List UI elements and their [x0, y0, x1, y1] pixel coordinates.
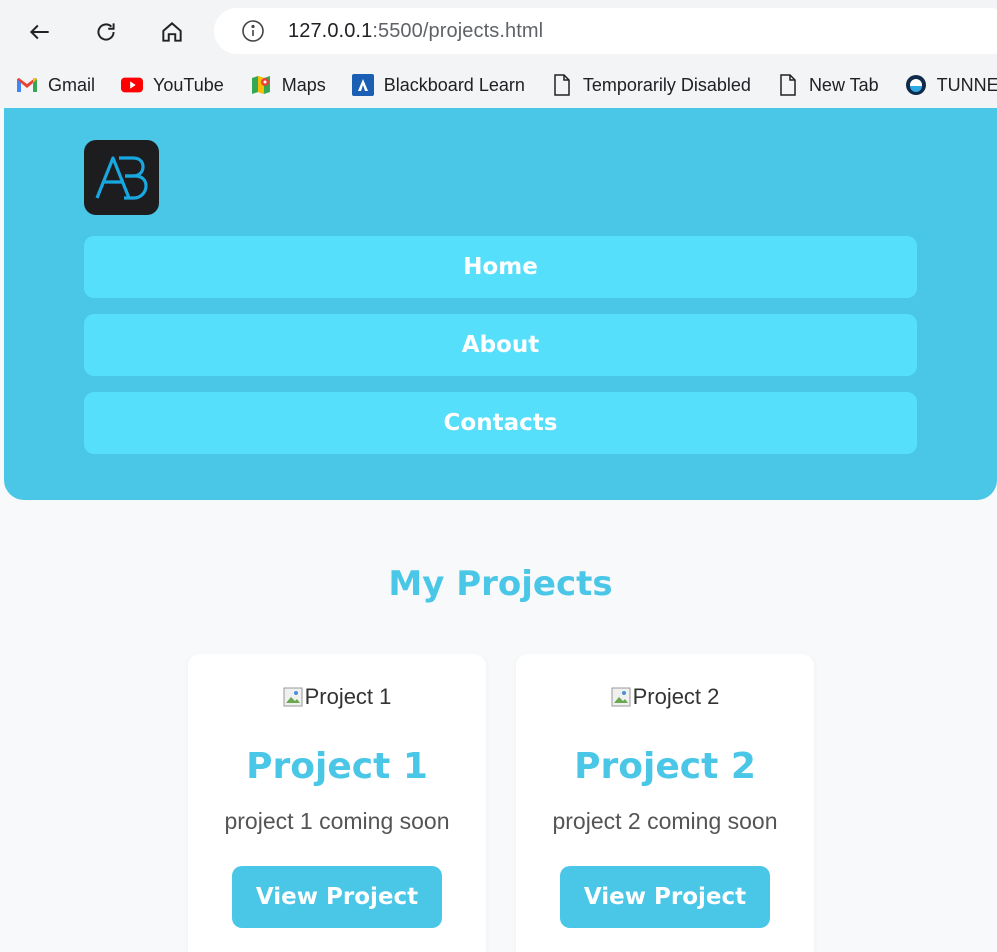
url-host: 127.0.0.1	[288, 19, 373, 42]
project-description: project 2 coming soon	[552, 808, 778, 834]
bookmark-youtube[interactable]: YouTube	[121, 74, 224, 96]
blackboard-icon	[351, 74, 374, 96]
reload-button[interactable]	[86, 12, 126, 52]
bookmark-label: YouTube	[153, 74, 224, 95]
project-description: project 1 coming soon	[224, 808, 450, 834]
bookmark-blackboard[interactable]: Blackboard Learn	[351, 74, 525, 96]
back-button[interactable]	[20, 12, 60, 52]
ab-logo-icon	[95, 155, 148, 200]
image-alt-text: Project 2	[632, 684, 720, 709]
home-button[interactable]	[152, 12, 192, 52]
bookmark-new-tab[interactable]: New Tab	[777, 74, 879, 96]
gmail-icon	[16, 74, 38, 96]
nav-home[interactable]: Home	[84, 236, 917, 298]
broken-image-icon	[283, 687, 303, 707]
view-project-button[interactable]: View Project	[232, 866, 442, 928]
youtube-icon	[121, 74, 144, 96]
url-text: 127.0.0.1:5500/projects.html	[288, 20, 543, 43]
bookmarks-bar: Gmail YouTube Maps Blackboard Learn Temp…	[0, 62, 997, 108]
bookmark-label: New Tab	[808, 74, 879, 95]
bookmark-label: TUNNEL	[936, 74, 997, 95]
site-header: Home About Contacts	[4, 108, 997, 500]
reload-icon	[97, 23, 115, 41]
bookmark-label: Temporarily Disabled	[582, 74, 751, 95]
page-content: Home About Contacts My Projects Project …	[4, 108, 997, 952]
bookmark-temporarily-disabled[interactable]: Temporarily Disabled	[551, 74, 751, 96]
tunnel-icon	[905, 74, 927, 96]
view-project-button[interactable]: View Project	[560, 866, 770, 928]
bookmark-gmail[interactable]: Gmail	[16, 74, 95, 96]
bookmark-label: Blackboard Learn	[383, 74, 525, 95]
bookmark-label: Gmail	[48, 74, 96, 95]
info-icon[interactable]	[240, 18, 266, 44]
image-alt-text: Project 1	[304, 684, 392, 709]
back-arrow-icon	[29, 24, 49, 40]
project-title: Project 2	[574, 746, 756, 787]
project-card: Project 1 Project 1 project 1 coming soo…	[188, 654, 486, 952]
bookmark-tunnel[interactable]: TUNNEL	[905, 74, 997, 96]
logo[interactable]	[84, 140, 159, 215]
maps-icon	[250, 74, 272, 96]
project-image: Project 2	[516, 684, 814, 710]
nav-about[interactable]: About	[84, 314, 917, 376]
broken-image-icon	[611, 687, 631, 707]
browser-toolbar: 127.0.0.1:5500/projects.html	[0, 0, 997, 62]
project-title: Project 1	[246, 746, 428, 787]
address-bar[interactable]: 127.0.0.1:5500/projects.html	[214, 8, 997, 54]
project-image: Project 1	[188, 684, 486, 710]
page-icon	[551, 74, 573, 96]
home-icon	[162, 22, 182, 42]
page-title: My Projects	[388, 564, 613, 604]
bookmark-label: Maps	[281, 74, 326, 95]
project-card: Project 2 Project 2 project 2 coming soo…	[516, 654, 814, 952]
page-icon	[777, 74, 799, 96]
nav-contacts[interactable]: Contacts	[84, 392, 917, 454]
url-path: :5500/projects.html	[372, 19, 544, 42]
bookmark-maps[interactable]: Maps	[250, 74, 326, 96]
